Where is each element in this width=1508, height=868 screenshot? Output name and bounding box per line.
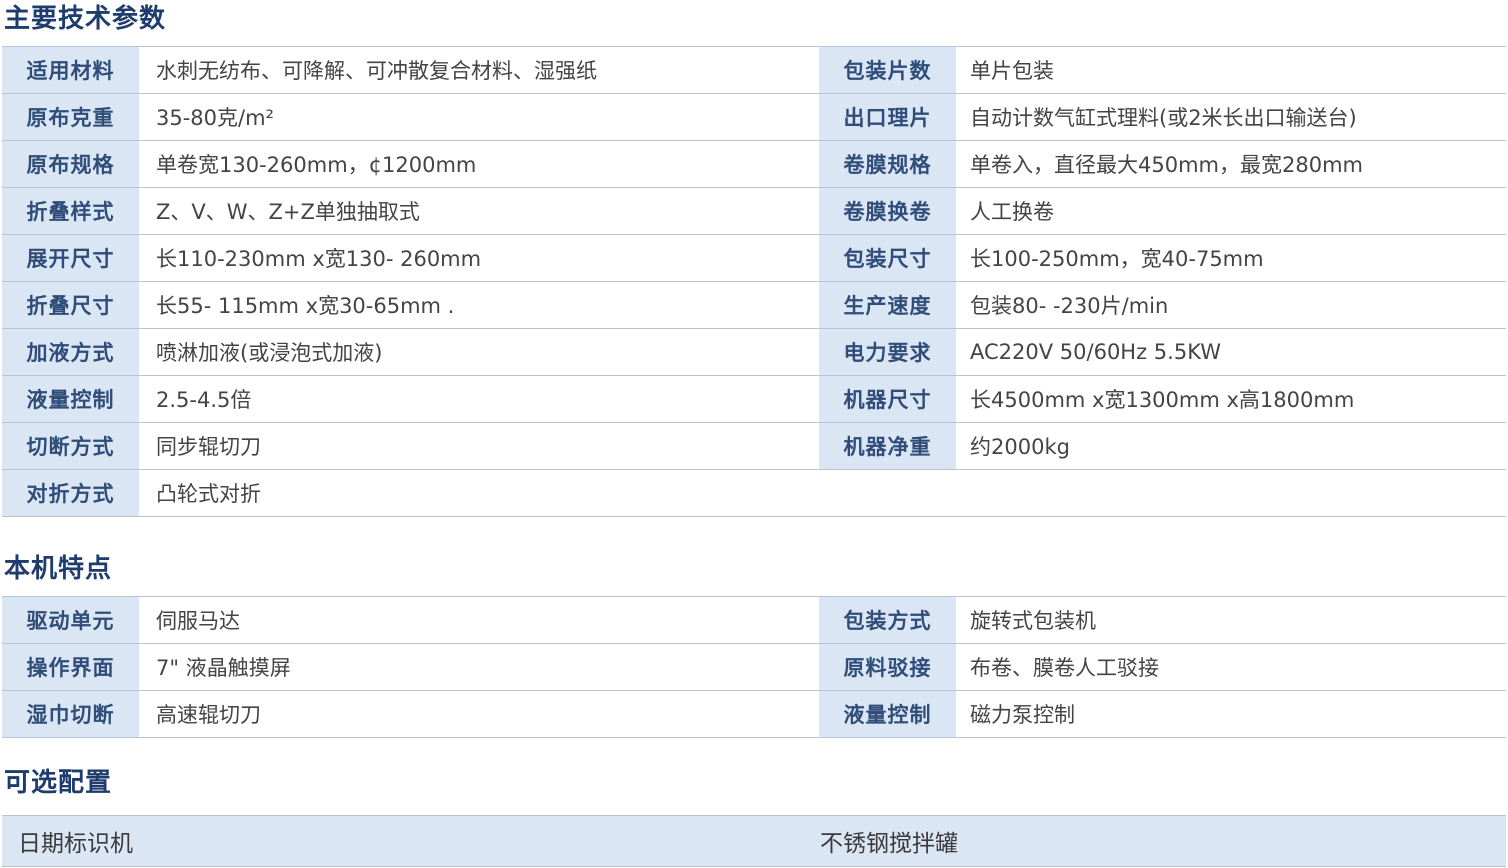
spec-label: 生产速度 <box>819 282 956 328</box>
spec-value: 单片包装 <box>970 59 1054 83</box>
feature-label: 操作界面 <box>2 644 139 690</box>
spec-label: 卷膜换卷 <box>819 188 956 234</box>
feature-value: 高速辊切刀 <box>156 703 261 727</box>
table-row: 操作界面 7" 液晶触摸屏 原料驳接 布卷、膜卷人工驳接 <box>2 644 1506 691</box>
spec-label: 折叠尺寸 <box>2 282 139 328</box>
feature-label: 湿巾切断 <box>2 691 139 737</box>
spec-value: 单卷宽130-260mm，¢1200mm <box>156 153 477 177</box>
feature-value: 7" 液晶触摸屏 <box>156 656 291 680</box>
spec-label: 包装片数 <box>819 47 956 93</box>
spec-value: 2.5-4.5倍 <box>156 388 252 412</box>
features-table: 驱动单元 伺服马达 包装方式 旋转式包装机 操作界面 7" 液晶触摸屏 原料驳接… <box>2 596 1506 738</box>
spec-label: 卷膜规格 <box>819 141 956 187</box>
table-row: 切断方式 同步辊切刀 机器净重 约2000kg <box>2 423 1506 470</box>
spec-label: 出口理片 <box>819 94 956 140</box>
options-table: 日期标识机 不锈钢搅拌罐 <box>2 815 1506 867</box>
feature-value: 旋转式包装机 <box>970 609 1096 633</box>
spec-label: 折叠样式 <box>2 188 139 234</box>
spec-label: 切断方式 <box>2 423 139 469</box>
section-title-specs: 主要技术参数 <box>4 4 167 34</box>
spec-value: AC220V 50/60Hz 5.5KW <box>970 340 1221 364</box>
spec-value: Z、V、W、Z+Z单独抽取式 <box>156 200 420 224</box>
spec-value: 水刺无纺布、可降解、可冲散复合材料、湿强纸 <box>156 59 597 83</box>
table-row: 原布克重 35-80克/m² 出口理片 自动计数气缸式理料(或2米长出口输送台) <box>2 94 1506 141</box>
spec-label: 展开尺寸 <box>2 235 139 281</box>
spec-label: 适用材料 <box>2 47 139 93</box>
spec-label: 对折方式 <box>2 470 139 516</box>
section-title-options: 可选配置 <box>4 768 113 798</box>
table-row: 展开尺寸 长110-230mm x宽130- 260mm 包装尺寸 长100-2… <box>2 235 1506 282</box>
feature-value: 磁力泵控制 <box>970 703 1075 727</box>
spec-value: 人工换卷 <box>970 200 1054 224</box>
feature-value: 布卷、膜卷人工驳接 <box>970 656 1159 680</box>
spec-value: 长110-230mm x宽130- 260mm <box>156 247 482 271</box>
spec-value: 自动计数气缸式理料(或2米长出口输送台) <box>970 106 1357 130</box>
table-row: 加液方式 喷淋加液(或浸泡式加液) 电力要求 AC220V 50/60Hz 5.… <box>2 329 1506 376</box>
spec-value: 单卷入，直径最大450mm，最宽280mm <box>970 153 1363 177</box>
table-row: 折叠尺寸 长55- 115mm x宽30-65mm . 生产速度 包装80- -… <box>2 282 1506 329</box>
spec-label: 机器净重 <box>819 423 956 469</box>
empty-cell <box>819 470 1506 516</box>
spec-value: 35-80克/m² <box>156 106 274 130</box>
section-title-features: 本机特点 <box>4 554 113 584</box>
spec-label: 机器尺寸 <box>819 376 956 422</box>
spec-label: 加液方式 <box>2 329 139 375</box>
table-row: 驱动单元 伺服马达 包装方式 旋转式包装机 <box>2 597 1506 644</box>
feature-label: 液量控制 <box>819 691 956 737</box>
table-row: 液量控制 2.5-4.5倍 机器尺寸 长4500mm x宽1300mm x高18… <box>2 376 1506 423</box>
spec-value: 长4500mm x宽1300mm x高1800mm <box>970 388 1355 412</box>
table-row: 原布规格 单卷宽130-260mm，¢1200mm 卷膜规格 单卷入，直径最大4… <box>2 141 1506 188</box>
spec-value: 长100-250mm，宽40-75mm <box>970 247 1264 271</box>
spec-label: 包装尺寸 <box>819 235 956 281</box>
table-row: 适用材料 水刺无纺布、可降解、可冲散复合材料、湿强纸 包装片数 单片包装 <box>2 47 1506 94</box>
table-row: 折叠样式 Z、V、W、Z+Z单独抽取式 卷膜换卷 人工换卷 <box>2 188 1506 235</box>
spec-value: 长55- 115mm x宽30-65mm . <box>156 294 455 318</box>
spec-label: 原布克重 <box>2 94 139 140</box>
spec-value: 包装80- -230片/min <box>970 294 1169 318</box>
feature-label: 包装方式 <box>819 597 956 643</box>
spec-label: 液量控制 <box>2 376 139 422</box>
option-item: 日期标识机 <box>18 831 133 857</box>
spec-label: 原布规格 <box>2 141 139 187</box>
spec-value: 喷淋加液(或浸泡式加液) <box>156 341 383 365</box>
feature-label: 驱动单元 <box>2 597 139 643</box>
feature-label: 原料驳接 <box>819 644 956 690</box>
spec-value: 同步辊切刀 <box>156 435 261 459</box>
spec-label: 电力要求 <box>819 329 956 375</box>
specs-table: 适用材料 水刺无纺布、可降解、可冲散复合材料、湿强纸 包装片数 单片包装 原布克… <box>2 46 1506 517</box>
spec-value: 约2000kg <box>970 435 1070 459</box>
option-item: 不锈钢搅拌罐 <box>820 831 958 857</box>
spec-value: 凸轮式对折 <box>156 482 261 506</box>
table-row: 湿巾切断 高速辊切刀 液量控制 磁力泵控制 <box>2 691 1506 738</box>
feature-value: 伺服马达 <box>156 609 240 633</box>
table-row: 对折方式 凸轮式对折 <box>2 470 1506 517</box>
